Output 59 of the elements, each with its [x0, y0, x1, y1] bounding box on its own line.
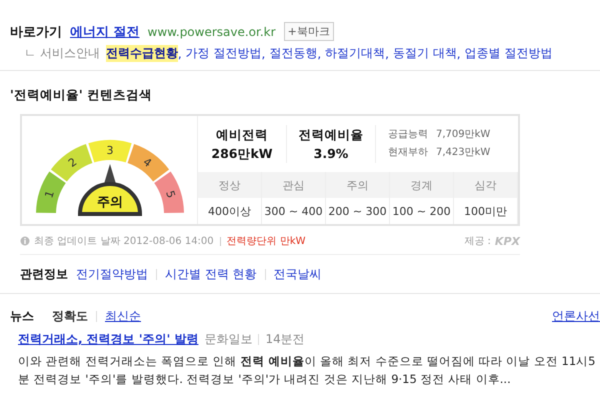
level-range: 100미만 — [454, 198, 518, 224]
comma-separator: , — [261, 46, 266, 60]
segment-number: 2 — [66, 155, 79, 170]
related-link[interactable]: 시간별 전력 현황 — [165, 266, 257, 282]
news-title: 뉴스 — [10, 308, 34, 325]
provider-label: 제공 : — [464, 235, 491, 248]
bookmark-button[interactable]: +북마크 — [284, 22, 334, 41]
supply-value: 7,423만kW — [436, 146, 490, 160]
stat-value: 286만kW — [211, 145, 273, 163]
press-link[interactable]: 언론사선 — [552, 308, 600, 325]
related-label: 관련정보 — [20, 266, 68, 282]
segment-number: 3 — [106, 144, 113, 157]
supply-value: 7,709만kW — [436, 128, 490, 142]
section-title: '전력예비율' 컨텐츠검색 — [10, 87, 154, 104]
site-link[interactable]: 에너지 절전 — [70, 22, 140, 40]
level-name: 주의 — [326, 172, 390, 198]
related-link[interactable]: 전기절약방법 — [76, 266, 148, 282]
segment-number: 5 — [162, 189, 178, 200]
article-snippet: 이와 관련해 전력거래소는 폭염으로 인해 전력 예비율이 올해 최저 수준으로 떨어짐에 따라 이날 오전 11시5분 전력경보 '주의'를 발령했다. 전력경보 '주의'가 내려진 것은 지난해 9·15 정전 사태 이후... — [18, 353, 596, 388]
level-name: 관심 — [262, 172, 326, 198]
service-link[interactable]: 절전동행 — [269, 45, 318, 62]
gauge-center — [78, 182, 142, 216]
comma-separator: , — [456, 46, 461, 60]
article-time: 14분전 — [265, 331, 305, 348]
update-date: 최종 업데이트 날짜 2012-08-06 14:00 — [34, 235, 214, 248]
level-name: 정상 — [198, 172, 262, 198]
level-range: 400이상 — [198, 198, 262, 224]
service-link[interactable]: 동절기 대책 — [392, 45, 457, 62]
level-range: 100 ~ 200 — [390, 198, 454, 224]
stat-value: 3.9% — [314, 145, 348, 163]
unit-note: 전력량단위 만kW — [226, 235, 306, 248]
stat-label: 전력예비율 — [298, 126, 364, 144]
sort-option[interactable]: 최신순 — [105, 308, 141, 325]
comma-separator: , — [317, 46, 322, 60]
provider-logo: KPX — [494, 234, 520, 248]
service-link[interactable]: 전력수급현황 — [106, 45, 178, 62]
comma-separator: , — [178, 46, 182, 60]
segment-number: 4 — [140, 155, 154, 170]
service-guide-label: ㄴ 서비스안내 — [24, 45, 100, 62]
article-source: 문화일보 — [204, 331, 252, 348]
shortcut-label: 바로가기 — [10, 24, 62, 40]
level-range: 300 ~ 400 — [262, 198, 326, 224]
service-link[interactable]: 가정 절전방법 — [186, 45, 262, 62]
supply-label: 공급능력 — [388, 128, 428, 142]
site-url: www.powersave.or.kr — [148, 24, 276, 38]
article-headline[interactable]: 전력거래소, 전력경보 '주의' 발령 — [18, 331, 198, 348]
level-name: 경계 — [390, 172, 454, 198]
gauge-status-label: 주의 — [96, 195, 122, 210]
service-link[interactable]: 하절기대책 — [325, 45, 386, 62]
related-link[interactable]: 전국날씨 — [274, 266, 322, 282]
info-icon — [20, 236, 30, 246]
service-link[interactable]: 업종별 절전방법 — [464, 45, 552, 62]
level-name: 심각 — [454, 172, 518, 198]
sort-option[interactable]: 정확도 — [52, 308, 88, 325]
stat-label: 예비전력 — [216, 126, 268, 144]
segment-number: 1 — [42, 189, 56, 200]
supply-label: 현재부하 — [388, 146, 428, 160]
comma-separator: , — [385, 46, 389, 60]
level-range: 200 ~ 300 — [326, 198, 390, 224]
